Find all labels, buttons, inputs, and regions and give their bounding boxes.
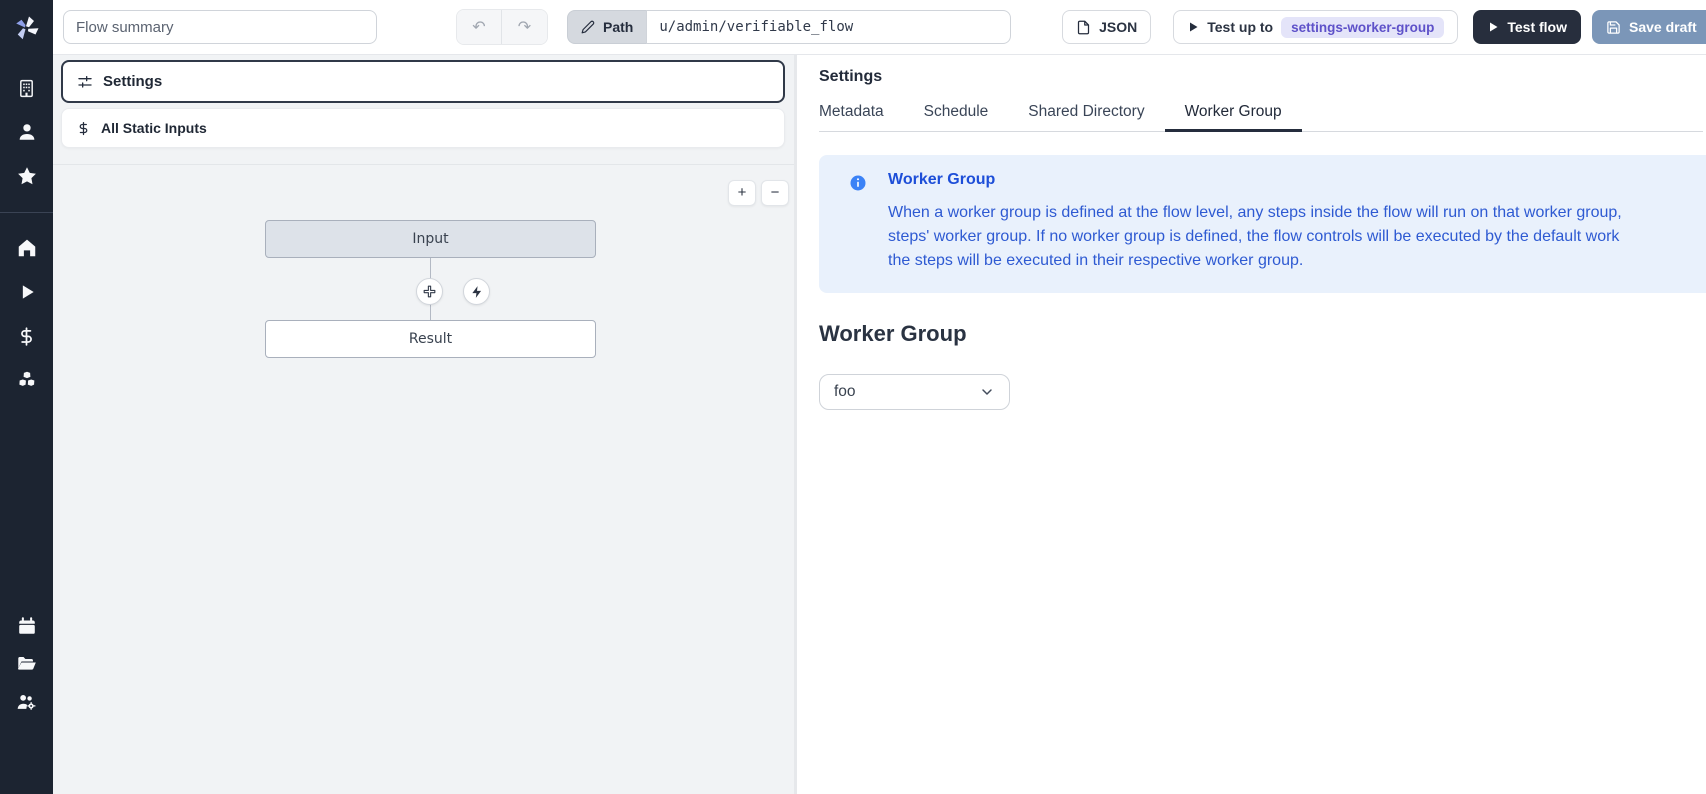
runs-play-icon[interactable]: [0, 278, 53, 306]
sidebar-divider: [0, 212, 53, 213]
bolt-icon: [470, 285, 484, 299]
pencil-icon: [581, 20, 595, 34]
worker-group-badge: settings-worker-group: [1281, 17, 1444, 38]
tab-metadata[interactable]: Metadata: [819, 97, 904, 131]
variables-dollar-icon[interactable]: [0, 322, 53, 350]
redo-icon: ↷: [518, 17, 531, 37]
dollar-icon: [76, 121, 91, 136]
info-box-title: Worker Group: [888, 171, 1622, 189]
zoom-in-button[interactable]: +: [728, 180, 756, 206]
flow-editor-panel: Settings All Static Inputs + −: [53, 55, 797, 794]
windmill-logo[interactable]: [0, 0, 53, 55]
save-draft-label: Save draft: [1629, 19, 1697, 35]
sliders-icon: [77, 74, 93, 90]
app-window: ↶ ↷ Path JSON: [0, 0, 1706, 794]
flow-settings-label: Settings: [103, 73, 162, 90]
file-json-icon: [1076, 20, 1091, 35]
test-flow-label: Test flow: [1507, 19, 1567, 35]
main-column: ↶ ↷ Path JSON: [53, 0, 1706, 794]
worker-group-select-value: foo: [834, 383, 856, 401]
workspace-building-icon[interactable]: [0, 74, 53, 102]
worker-group-info-box: Worker Group When a worker group is defi…: [819, 155, 1706, 293]
input-node[interactable]: Input: [265, 220, 596, 258]
schedules-calendar-icon[interactable]: [0, 612, 53, 640]
test-up-to-button[interactable]: Test up to settings-worker-group: [1173, 10, 1458, 44]
settings-panel-title: Settings: [819, 68, 1706, 86]
undo-button[interactable]: ↶: [457, 10, 502, 44]
toolbar: ↶ ↷ Path JSON: [53, 0, 1706, 55]
folders-folder-icon[interactable]: [0, 650, 53, 678]
json-label: JSON: [1099, 19, 1137, 35]
groups-users-gear-icon[interactable]: [0, 688, 53, 716]
path-input[interactable]: [646, 10, 1011, 44]
play-icon: [1187, 21, 1199, 33]
canvas-zoom-controls: + −: [728, 180, 789, 206]
sidebar-bottom-group: [0, 612, 53, 726]
test-up-to-label: Test up to: [1207, 19, 1273, 35]
flow-settings-item[interactable]: Settings: [61, 60, 785, 103]
path-editor: Path: [567, 10, 1011, 44]
sidebar: [0, 0, 53, 794]
resources-boxes-icon[interactable]: [0, 366, 53, 394]
flow-header: Settings All Static Inputs: [53, 55, 794, 165]
tab-shared-directory[interactable]: Shared Directory: [1008, 97, 1164, 131]
undo-icon: ↶: [472, 17, 485, 37]
all-static-inputs-label: All Static Inputs: [101, 120, 207, 136]
save-icon: [1606, 20, 1621, 35]
tab-worker-group[interactable]: Worker Group: [1165, 97, 1302, 131]
all-static-inputs-item[interactable]: All Static Inputs: [61, 108, 785, 148]
info-box-content: Worker Group When a worker group is defi…: [888, 171, 1622, 273]
info-icon: [849, 171, 867, 273]
info-box-line: the steps will be executed in their resp…: [888, 249, 1622, 273]
favorites-star-icon[interactable]: [0, 162, 53, 190]
undo-redo-group: ↶ ↷: [456, 9, 548, 45]
flow-canvas[interactable]: + − Input Result: [53, 165, 794, 794]
add-step-button[interactable]: [416, 278, 443, 305]
worker-group-select[interactable]: foo: [819, 374, 1010, 410]
chevron-down-icon: [979, 384, 995, 400]
home-icon[interactable]: [0, 234, 53, 262]
result-node[interactable]: Result: [265, 320, 596, 358]
json-button[interactable]: JSON: [1062, 10, 1151, 44]
zoom-out-button[interactable]: −: [761, 180, 789, 206]
path-label: Path: [603, 19, 633, 35]
play-icon: [1487, 21, 1499, 33]
content-area: Settings All Static Inputs + −: [53, 55, 1706, 794]
info-box-line: steps' worker group. If no worker group …: [888, 225, 1622, 249]
user-icon[interactable]: [0, 118, 53, 146]
plus-icon: [422, 284, 437, 299]
trigger-bolt-button[interactable]: [463, 278, 490, 305]
path-edit-button[interactable]: Path: [567, 10, 646, 44]
info-box-line: When a worker group is defined at the fl…: [888, 201, 1622, 225]
settings-panel: Settings Metadata Schedule Shared Direct…: [797, 55, 1706, 794]
redo-button[interactable]: ↷: [502, 10, 547, 44]
worker-group-section-title: Worker Group: [819, 321, 1706, 347]
flow-summary-input[interactable]: [63, 10, 377, 44]
tab-schedule[interactable]: Schedule: [904, 97, 1009, 131]
test-flow-button[interactable]: Test flow: [1473, 10, 1581, 44]
save-draft-button[interactable]: Save draft: [1592, 10, 1706, 44]
sidebar-nav: [0, 55, 53, 794]
settings-tabs: Metadata Schedule Shared Directory Worke…: [819, 97, 1703, 132]
